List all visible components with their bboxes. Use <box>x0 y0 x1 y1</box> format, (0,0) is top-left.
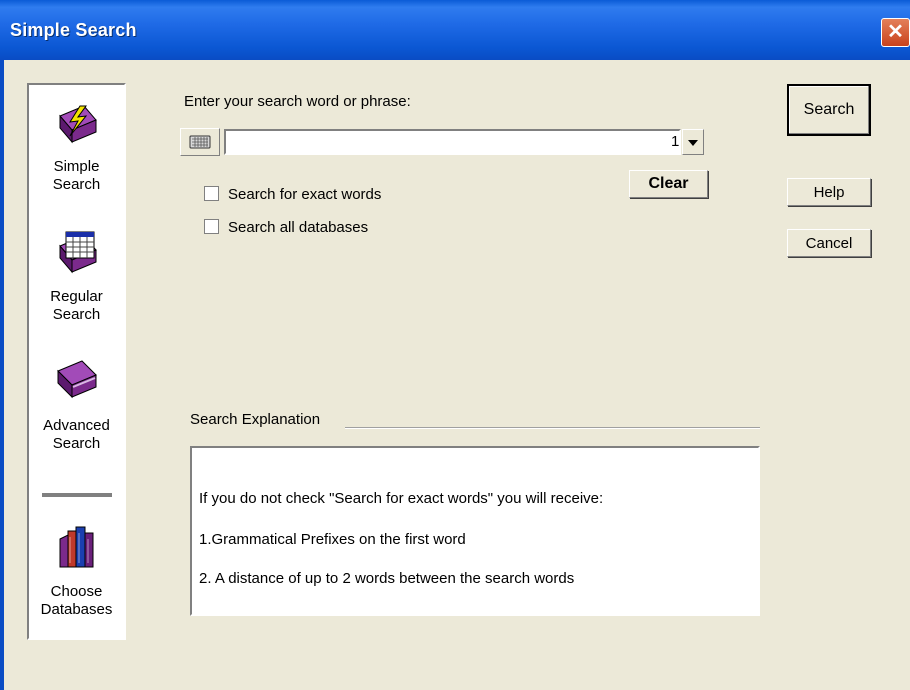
books-icon <box>59 526 93 568</box>
all-databases-option[interactable]: Search all databases <box>204 219 368 236</box>
sidebar-separator <box>42 493 112 498</box>
exact-words-label: Search for exact words <box>228 186 382 203</box>
exact-words-option[interactable]: Search for exact words <box>204 186 381 203</box>
sidebar-label: Choose <box>50 583 103 600</box>
sidebar-item-advanced-search[interactable]: Advanced Search <box>29 357 124 453</box>
explanation-panel: If you do not check "Search for exact wo… <box>190 446 760 616</box>
sidebar-item-simple-search[interactable]: Simple Search <box>29 102 124 194</box>
explanation-divider <box>345 427 760 429</box>
explanation-heading: Search Explanation <box>190 411 321 428</box>
grid-book-icon <box>58 231 97 274</box>
cancel-button[interactable]: Cancel <box>787 229 871 257</box>
history-dropdown-button[interactable] <box>682 129 704 155</box>
sidebar-item-regular-search[interactable]: Regular Search <box>29 230 124 324</box>
sidebar-label: Search <box>52 306 101 323</box>
search-prompt-label: Enter your search word or phrase: <box>184 93 411 110</box>
explanation-line: 1.Grammatical Prefixes on the first word <box>199 531 466 548</box>
exact-words-checkbox[interactable] <box>204 186 219 201</box>
keyboard-button[interactable] <box>180 128 220 156</box>
explanation-line: 2. A distance of up to 2 words between t… <box>199 570 575 587</box>
sidebar-label: Search <box>52 435 101 452</box>
search-input[interactable] <box>224 129 681 155</box>
history-count: 1 <box>671 133 680 150</box>
explanation-line: If you do not check "Search for exact wo… <box>199 490 604 507</box>
sidebar-item-choose-databases[interactable]: Choose Databases <box>29 525 124 619</box>
sidebar-label: Regular <box>50 288 103 305</box>
all-databases-checkbox[interactable] <box>204 219 219 234</box>
book-icon <box>56 360 97 399</box>
close-button[interactable]: ✕ <box>881 18 910 47</box>
sidebar-label: Advanced <box>43 417 110 434</box>
search-button[interactable]: Search <box>787 84 871 136</box>
lightning-book-icon <box>58 105 97 144</box>
sidebar-label: Databases <box>40 601 113 618</box>
window-title: Simple Search <box>10 20 137 40</box>
all-databases-label: Search all databases <box>228 219 369 236</box>
search-mode-sidebar: Simple Search Regular Search Advanced Se… <box>27 83 126 640</box>
keyboard-icon <box>189 135 211 149</box>
help-button[interactable]: Help <box>787 178 871 206</box>
window-frame <box>0 60 4 690</box>
sidebar-label: Search <box>52 176 101 193</box>
close-icon: ✕ <box>887 21 904 43</box>
sidebar-label: Simple <box>53 158 100 175</box>
clear-button[interactable]: Clear <box>629 170 708 198</box>
title-bar: Simple Search ✕ <box>0 0 910 60</box>
